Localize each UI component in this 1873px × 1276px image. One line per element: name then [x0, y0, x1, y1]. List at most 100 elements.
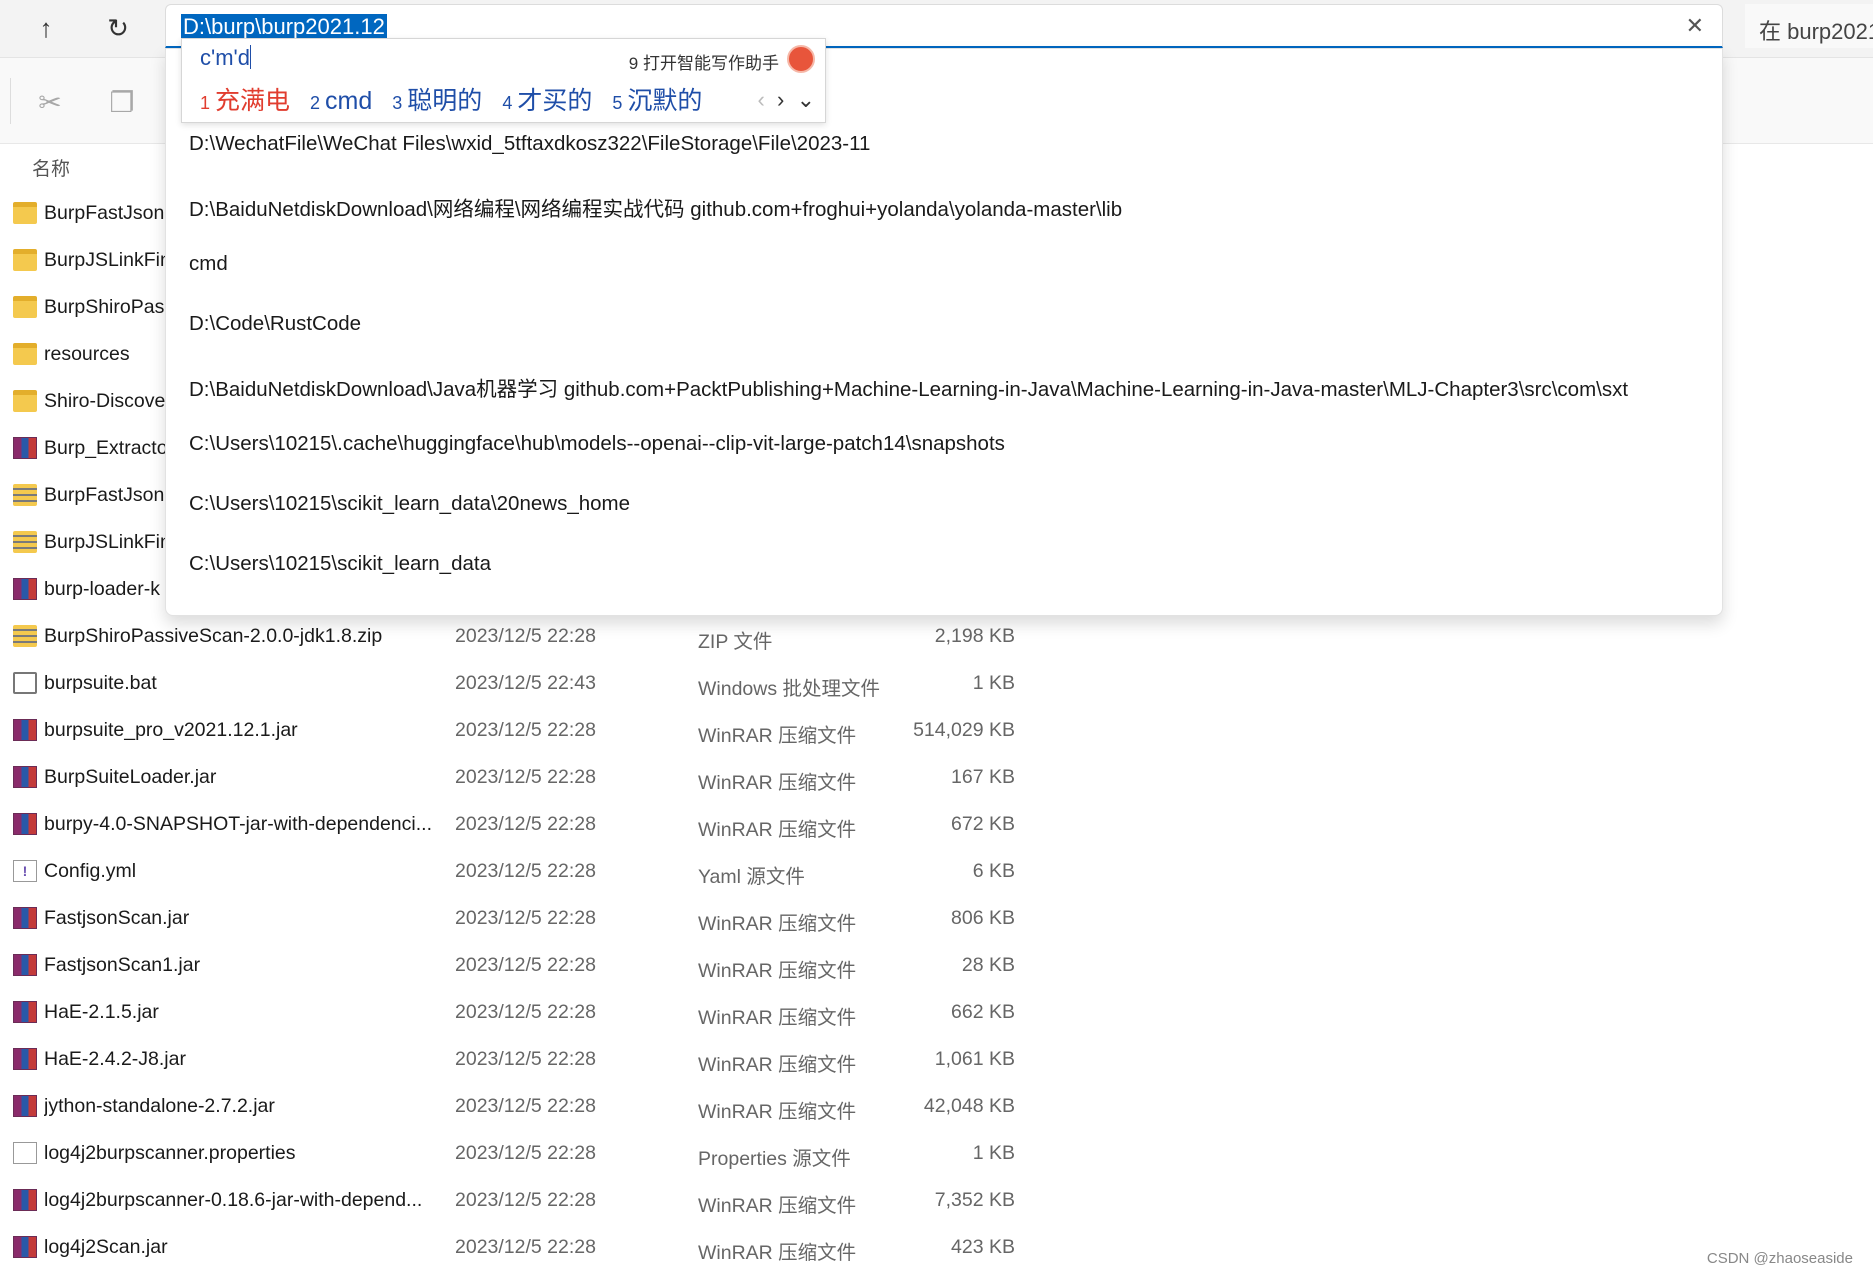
winrar-archive-icon — [13, 719, 37, 741]
address-suggestion-item[interactable]: D:\BaiduNetdiskDownload\网络编程\网络编程实战代码 gi… — [189, 192, 1122, 222]
file-type: WinRAR 压缩文件 — [698, 1195, 857, 1217]
file-row[interactable]: log4j2burpscanner-0.18.6-jar-with-depend… — [0, 1177, 1100, 1224]
file-type: WinRAR 压缩文件 — [698, 725, 857, 747]
file-row[interactable]: FastjsonScan.jar 2023/12/5 22:28 WinRAR 压缩… — [0, 895, 1100, 942]
file-size: 6 KB — [972, 860, 1015, 882]
file-row[interactable]: BurpSuiteLoader.jar 2023/12/5 22:28 WinRAR… — [0, 754, 1100, 801]
file-date: 2023/12/5 22:28 — [455, 625, 596, 647]
up-arrow-icon[interactable]: ↑ — [26, 8, 66, 48]
watermark: CSDN @zhaoseaside — [1706, 1250, 1853, 1267]
folder-icon — [13, 249, 37, 271]
chevron-right-icon[interactable]: › — [777, 87, 784, 112]
address-input[interactable]: D:\burp\burp2021.12 — [181, 14, 387, 40]
address-suggestion-item[interactable]: D:\Code\RustCode — [189, 312, 361, 336]
winrar-archive-icon — [13, 1236, 37, 1258]
file-row[interactable]: HaE-2.1.5.jar 2023/12/5 22:28 WinRAR 压缩文件 6… — [0, 989, 1100, 1036]
toolbar-divider — [10, 78, 11, 124]
file-row[interactable]: burpsuite.bat 2023/12/5 22:43 Windows 批处理文… — [0, 660, 1100, 707]
file-date: 2023/12/5 22:28 — [455, 1236, 596, 1258]
folder-icon — [13, 296, 37, 318]
file-size: 167 KB — [951, 766, 1015, 788]
address-suggestion-item[interactable]: C:\Users\10215\scikit_learn_data — [189, 552, 491, 576]
cut-icon[interactable]: ✂ — [28, 80, 72, 124]
file-name: HaE-2.4.2-J8.jar — [44, 1048, 186, 1070]
file-size: 1,061 KB — [934, 1048, 1015, 1070]
file-date: 2023/12/5 22:28 — [455, 719, 596, 741]
ime-candidate-1[interactable]: 1 充满电 — [200, 81, 290, 117]
file-row[interactable]: jython-standalone-2.7.2.jar 2023/12/5 22:… — [0, 1083, 1100, 1130]
file-row[interactable]: log4j2Scan.jar 2023/12/5 22:28 WinRAR 压缩文件… — [0, 1224, 1100, 1271]
file-size: 514,029 KB — [913, 719, 1015, 741]
close-icon[interactable]: ✕ — [1686, 13, 1704, 39]
file-date: 2023/12/5 22:28 — [455, 1142, 596, 1164]
file-row[interactable]: burpy-4.0-SNAPSHOT-jar-with-dependenci..… — [0, 801, 1100, 848]
address-suggestions-dropdown: D:\WechatFile\WeChat Files\wxid_5tftaxdk… — [165, 48, 1723, 616]
file-date: 2023/12/5 22:28 — [455, 1001, 596, 1023]
ime-candidate-text: cmd — [325, 87, 373, 115]
zip-archive-icon — [13, 484, 37, 506]
address-suggestion-item[interactable]: C:\Users\10215\scikit_learn_data\20news_… — [189, 492, 630, 516]
search-input[interactable]: 在 burp2021 — [1745, 4, 1873, 48]
file-date: 2023/12/5 22:28 — [455, 1048, 596, 1070]
file-name: Config.yml — [44, 860, 137, 882]
ime-candidate-number: 3 — [392, 93, 403, 113]
chevron-down-icon[interactable]: ⌄ — [797, 87, 815, 112]
winrar-archive-icon — [13, 1001, 37, 1023]
address-suggestion-item[interactable]: C:\Users\10215\.cache\huggingface\hub\mo… — [189, 432, 1005, 456]
file-type: WinRAR 压缩文件 — [698, 819, 857, 841]
address-suggestion-item[interactable]: D:\WechatFile\WeChat Files\wxid_5tftaxdk… — [189, 132, 870, 156]
file-type: WinRAR 压缩文件 — [698, 1007, 857, 1029]
folder-icon — [13, 202, 37, 224]
file-type: WinRAR 压缩文件 — [698, 1054, 857, 1076]
file-type: Windows 批处理文件 — [698, 678, 881, 700]
file-row[interactable]: BurpShiroPassiveScan-2.0.0-jdk1.8.zip 202… — [0, 613, 1100, 660]
file-type: WinRAR 压缩文件 — [698, 960, 857, 982]
file-row[interactable]: burpsuite_pro_v2021.12.1.jar 2023/12/5 22… — [0, 707, 1100, 754]
file-row[interactable]: HaE-2.4.2-J8.jar 2023/12/5 22:28 WinRAR 压缩… — [0, 1036, 1100, 1083]
address-suggestion-item[interactable]: D:\BaiduNetdiskDownload\Java机器学习 github.… — [189, 372, 1628, 402]
winrar-archive-icon — [13, 1095, 37, 1117]
file-name: burpsuite_pro_v2021.12.1.jar — [44, 719, 298, 741]
winrar-archive-icon — [13, 766, 37, 788]
ime-fox-logo-icon[interactable] — [787, 45, 815, 73]
file-row[interactable]: FastjsonScan1.jar 2023/12/5 22:28 WinRAR 压… — [0, 942, 1100, 989]
ime-candidate-text: 聪明的 — [407, 87, 483, 115]
ime-candidate-number: 5 — [612, 93, 623, 113]
text-caret — [249, 45, 251, 69]
file-row[interactable]: ! Config.yml 2023/12/5 22:28 Yaml 源文件 6 KB — [0, 848, 1100, 895]
copy-icon[interactable]: ❐ — [100, 80, 144, 124]
file-size: 28 KB — [961, 954, 1015, 976]
file-type: ZIP 文件 — [698, 631, 773, 653]
winrar-archive-icon — [13, 1189, 37, 1211]
ime-pager: ‹ › ⌄ — [757, 87, 815, 113]
file-row[interactable]: log4j2burpscanner.properties 2023/12/5 22… — [0, 1130, 1100, 1177]
file-size: 806 KB — [951, 907, 1015, 929]
file-size: 1 KB — [972, 1142, 1015, 1164]
refresh-icon[interactable]: ↻ — [98, 8, 138, 48]
file-date: 2023/12/5 22:28 — [455, 766, 596, 788]
file-name: log4j2Scan.jar — [44, 1236, 168, 1258]
winrar-archive-icon — [13, 813, 37, 835]
ime-candidate-2[interactable]: 2 cmd — [310, 87, 372, 116]
file-name: log4j2burpscanner-0.18.6-jar-with-depend… — [44, 1189, 423, 1211]
ime-candidate-4[interactable]: 4 才买的 — [502, 81, 592, 117]
winrar-archive-icon — [13, 437, 37, 459]
ime-candidate-5[interactable]: 5 沉默的 — [612, 81, 702, 117]
column-name-header[interactable]: 名称 — [32, 154, 70, 181]
ime-candidate-3[interactable]: 3 聪明的 — [392, 81, 482, 117]
file-date: 2023/12/5 22:28 — [455, 1189, 596, 1211]
file-name: log4j2burpscanner.properties — [44, 1142, 296, 1164]
file-name: HaE-2.1.5.jar — [44, 1001, 159, 1023]
zip-archive-icon — [13, 625, 37, 647]
ime-candidate-text: 才买的 — [517, 87, 593, 115]
chevron-left-icon[interactable]: ‹ — [757, 87, 764, 112]
address-suggestion-item[interactable]: cmd — [189, 252, 228, 276]
file-date: 2023/12/5 22:28 — [455, 954, 596, 976]
ime-candidate-number: 1 — [200, 93, 211, 113]
ime-writing-assistant[interactable]: 9 打开智能写作助手 — [629, 49, 779, 74]
file-size: 2,198 KB — [934, 625, 1015, 647]
file-name: FastjsonScan1.jar — [44, 954, 201, 976]
file-date: 2023/12/5 22:28 — [455, 813, 596, 835]
ime-candidate-text: 沉默的 — [627, 87, 703, 115]
file-date: 2023/12/5 22:28 — [455, 907, 596, 929]
